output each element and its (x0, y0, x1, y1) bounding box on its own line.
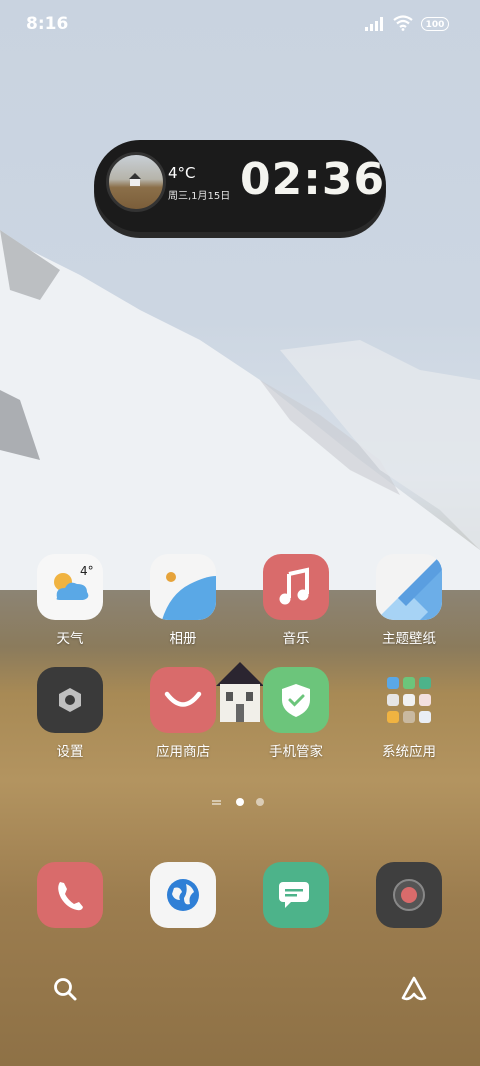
widget-date: 周三,1月15日 (168, 191, 231, 202)
app-label-folder: 系统应用 (382, 744, 436, 760)
app-label-themes: 主题壁纸 (382, 631, 436, 647)
app-label-store: 应用商店 (156, 744, 210, 760)
app-settings[interactable]: 设置 (25, 667, 115, 760)
app-label-gallery: 相册 (169, 631, 197, 647)
search-button[interactable] (50, 974, 80, 1004)
widget-clock: 02:36 (240, 154, 386, 205)
widget-temperature: 4°C (168, 164, 196, 182)
app-store-icon (150, 667, 216, 733)
themes-icon (376, 554, 442, 620)
status-time: 8:16 (26, 14, 69, 34)
app-gallery[interactable]: 相册 (138, 554, 228, 647)
dock-camera[interactable] (364, 862, 454, 928)
page-indicator[interactable] (212, 797, 272, 807)
wallpaper-mountain (0, 230, 480, 610)
dock-messages[interactable] (251, 862, 341, 928)
weather-temp-badge: 4° (80, 564, 94, 578)
gallery-icon (150, 554, 216, 620)
settings-icon (37, 667, 103, 733)
app-label-music: 音乐 (282, 631, 310, 647)
dock-browser[interactable] (138, 862, 228, 928)
camera-icon (376, 862, 442, 928)
clock-weather-widget[interactable]: 4°C 周三,1月15日 02:36 (94, 140, 386, 232)
music-icon (263, 554, 329, 620)
app-label-security: 手机管家 (269, 744, 323, 760)
dock-phone[interactable] (25, 862, 115, 928)
status-bar: 8:16 100 (0, 0, 480, 48)
page-dot (256, 798, 264, 806)
phone-icon (37, 862, 103, 928)
widget-photo-icon (129, 173, 141, 186)
signal-icon (365, 17, 383, 31)
app-weather[interactable]: 4° 天气 (25, 554, 115, 647)
app-music[interactable]: 音乐 (251, 554, 341, 647)
assistant-button[interactable] (399, 974, 429, 1004)
battery-icon: 100 (421, 17, 449, 31)
wifi-icon (393, 15, 413, 31)
app-folder-system[interactable]: 系统应用 (364, 667, 454, 760)
app-themes[interactable]: 主题壁纸 (364, 554, 454, 647)
app-label-settings: 设置 (56, 744, 84, 760)
weather-icon: 4° (37, 554, 103, 620)
messages-icon (263, 862, 329, 928)
app-store[interactable]: 应用商店 (138, 667, 228, 760)
app-label-weather: 天气 (56, 631, 84, 647)
assistant-icon (401, 976, 427, 1001)
security-icon (263, 667, 329, 733)
page-dot-active (236, 798, 244, 806)
folder-icon (376, 667, 442, 733)
app-security[interactable]: 手机管家 (251, 667, 341, 760)
browser-icon (150, 862, 216, 928)
widget-photo (106, 152, 166, 212)
home-list-indicator (212, 800, 221, 802)
search-icon (54, 978, 77, 1001)
